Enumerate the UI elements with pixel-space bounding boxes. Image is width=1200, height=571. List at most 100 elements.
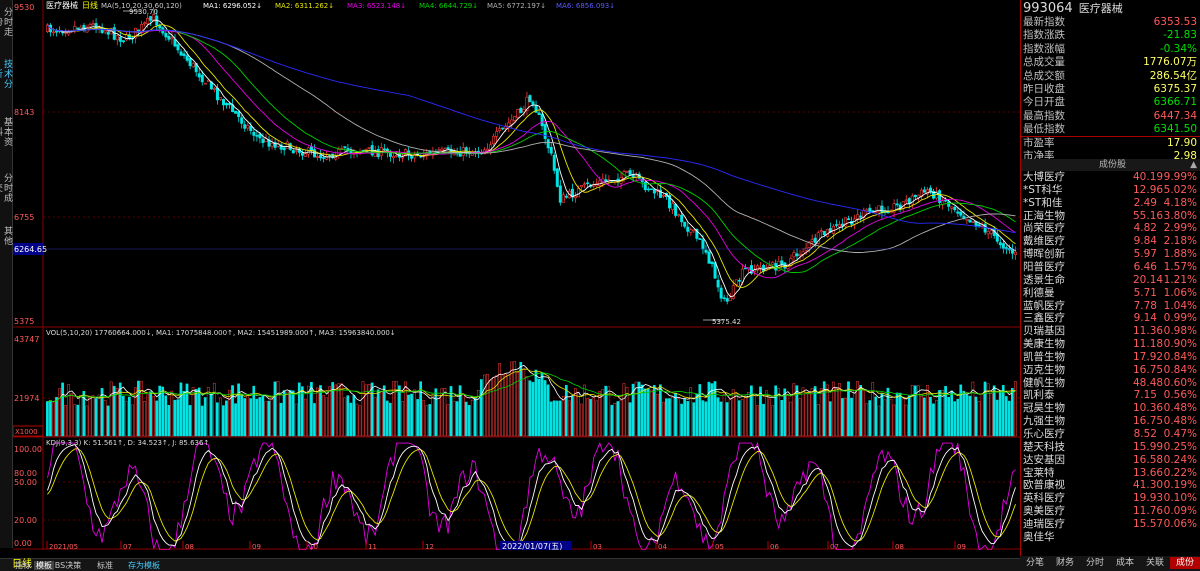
tab-fundamentals[interactable]: 基本资料	[0, 114, 12, 150]
tab-technical[interactable]: 技术分析	[0, 56, 12, 92]
x-tick-label: 05	[715, 543, 724, 550]
candle-body	[822, 230, 826, 236]
volume-bar	[610, 404, 614, 437]
constituent-row[interactable]: 健帆生物 48.48 0.60%	[1021, 377, 1199, 390]
right-tab-0[interactable]: 分笔	[1020, 557, 1050, 569]
candle-body	[173, 39, 177, 47]
constituent-row[interactable]: 楚天科技 15.99 0.25%	[1021, 441, 1199, 454]
constituent-name: 凯普生物	[1023, 350, 1065, 363]
volume-bar	[376, 389, 380, 437]
constituent-row[interactable]: 九强生物 16.75 0.48%	[1021, 415, 1199, 428]
volume-bar	[580, 403, 583, 437]
constituent-row[interactable]: 尚荣医疗 4.82 2.99%	[1021, 222, 1199, 235]
volume-bar	[131, 404, 134, 437]
volume-bar	[91, 395, 95, 437]
constituent-row[interactable]: 阳普医疗 6.46 1.57%	[1021, 261, 1199, 274]
sort-icon[interactable]: ▲	[1190, 159, 1197, 171]
volume-bar	[118, 382, 122, 437]
constituent-price: 20.14	[1133, 273, 1164, 286]
tab-trades[interactable]: 分时成交	[0, 170, 12, 206]
constituent-row[interactable]: 迈克生物 16.75 0.84%	[1021, 364, 1199, 377]
tab-other[interactable]: 其他	[0, 226, 12, 246]
right-tab-5[interactable]: 成份	[1170, 557, 1200, 569]
constituent-row[interactable]: 凯利泰 7.15 0.56%	[1021, 389, 1199, 402]
tab-bs-decision[interactable]: BS决策	[54, 561, 82, 570]
tab-intraday[interactable]: 分时走势	[0, 4, 12, 40]
volume-bar	[977, 401, 981, 437]
volume-bar	[507, 375, 510, 437]
volume-bar	[968, 395, 972, 437]
right-tab-3[interactable]: 成本	[1110, 557, 1140, 569]
quote-row: 今日开盘 6366.71	[1021, 96, 1199, 109]
volume-bar	[865, 403, 869, 437]
volume-bar	[373, 397, 377, 437]
tab-standard[interactable]: 标准	[94, 561, 116, 570]
constituent-row[interactable]: 达安基因 16.58 0.24%	[1021, 454, 1199, 467]
right-tab-1[interactable]: 财务	[1050, 557, 1080, 569]
volume-bar	[467, 405, 471, 437]
candle-body	[686, 226, 690, 232]
volume-bar	[473, 397, 477, 437]
constituent-row[interactable]: 贝瑞基因 11.36 0.98%	[1021, 325, 1199, 338]
tab-template[interactable]: 模板	[34, 561, 54, 570]
volume-bar	[835, 388, 838, 437]
candle-body	[176, 44, 180, 51]
constituent-row[interactable]: 冠昊生物 10.36 0.48%	[1021, 402, 1199, 415]
constituent-row[interactable]: 透景生命 20.14 1.21%	[1021, 274, 1199, 287]
index-name: 医疗器械	[1078, 2, 1123, 15]
constituent-row[interactable]: 欧普康视 41.30 0.19%	[1021, 479, 1199, 492]
constituent-row[interactable]: 英科医疗 19.93 0.10%	[1021, 492, 1199, 505]
volume-bar	[998, 390, 1002, 437]
volume-bar	[595, 400, 598, 437]
constituent-row[interactable]: 大博医疗 40.19 9.99%	[1021, 171, 1199, 184]
constituent-change: 0.48%	[1163, 415, 1197, 428]
price-chart-area[interactable]: 医疗器械 日线 MA(5,10,20,30,60,120) MA1: 6296.…	[13, 0, 1020, 550]
right-tab-4[interactable]: 关联	[1140, 557, 1170, 569]
constituent-name: *ST科华	[1023, 183, 1063, 196]
volume-bar	[819, 388, 823, 437]
candle-body	[306, 147, 310, 155]
constituent-row[interactable]: 博晖创新 5.97 1.88%	[1021, 248, 1199, 261]
constituent-row[interactable]: 三鑫医疗 9.14 0.99%	[1021, 312, 1199, 325]
volume-bar	[70, 393, 74, 437]
volume-bar	[531, 381, 535, 437]
volume-bar	[319, 385, 322, 437]
constituent-name: 正海生物	[1023, 209, 1065, 222]
constituent-row[interactable]: 奥佳华	[1021, 531, 1199, 544]
candle-body	[701, 239, 705, 250]
volume-bar	[695, 393, 699, 437]
constituent-row[interactable]: 奥美医疗 11.76 0.09%	[1021, 505, 1199, 518]
candle-body	[847, 218, 851, 221]
constituent-row[interactable]: 迪瑞医疗 15.57 0.06%	[1021, 518, 1199, 531]
y-label-8143: 8143	[14, 108, 34, 117]
volume-bar	[956, 398, 960, 437]
save-template-button[interactable]: 存为模板	[124, 561, 164, 570]
constituent-row[interactable]: *ST和佳 2.49 4.18%	[1021, 197, 1199, 210]
volume-bar	[677, 398, 680, 437]
constituent-name: 奥美医疗	[1023, 505, 1065, 518]
candle-body	[834, 224, 838, 226]
constituent-row[interactable]: 乐心医疗 8.52 0.47%	[1021, 428, 1199, 441]
constituent-row[interactable]: 蓝帆医疗 7.78 1.04%	[1021, 300, 1199, 313]
candle-body	[507, 122, 511, 127]
constituent-row[interactable]: *ST科华 12.96 5.02%	[1021, 184, 1199, 197]
volume-bar	[995, 399, 999, 437]
candle-body	[792, 252, 796, 258]
tab-indicator[interactable]: 指标	[12, 561, 34, 570]
constituent-row[interactable]: 正海生物 55.16 3.80%	[1021, 210, 1199, 223]
constituent-row[interactable]: 宝莱特 13.66 0.22%	[1021, 467, 1199, 480]
constituent-row[interactable]: 凯普生物 17.92 0.84%	[1021, 351, 1199, 364]
volume-bar	[483, 374, 486, 437]
candle-body	[492, 135, 496, 145]
constituent-row[interactable]: 利德曼 5.71 1.06%	[1021, 287, 1199, 300]
right-tab-2[interactable]: 分时	[1080, 557, 1110, 569]
constituent-row[interactable]: 戴维医疗 9.84 2.18%	[1021, 235, 1199, 248]
volume-bar	[428, 404, 432, 437]
volume-bar	[55, 397, 58, 437]
volume-bar	[853, 389, 856, 437]
volume-bar	[267, 400, 271, 437]
candle-body	[674, 203, 678, 216]
constituent-row[interactable]: 美康生物 11.18 0.90%	[1021, 338, 1199, 351]
ma5-value: MA5: 6772.197↓	[487, 2, 546, 10]
constituent-change: 1.06%	[1163, 286, 1197, 299]
